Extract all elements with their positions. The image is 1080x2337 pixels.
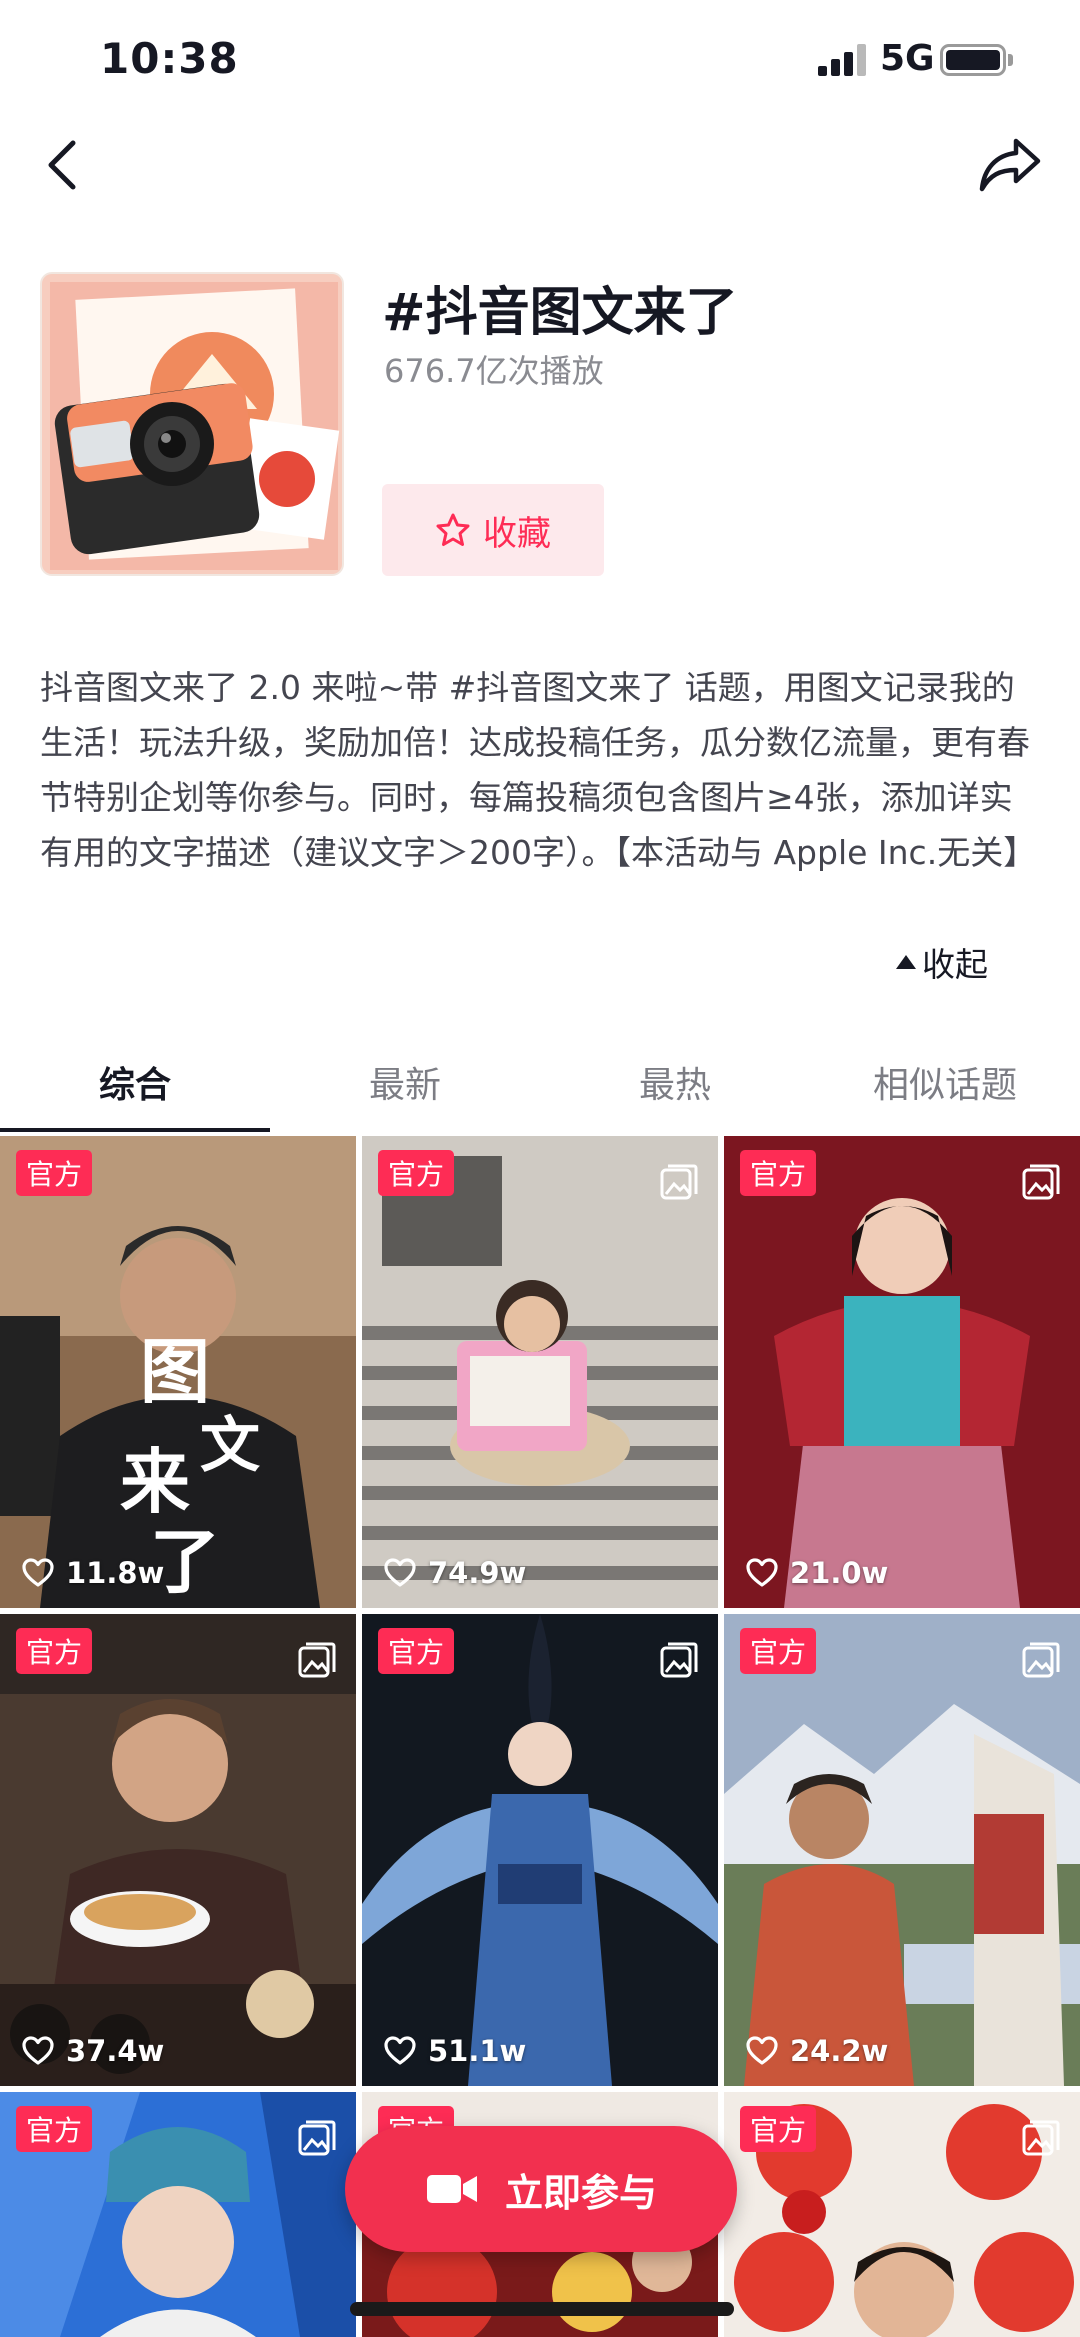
signal-icon [818,44,870,76]
status-bar: 10:38 5G [0,0,1080,120]
topic-cover-image [40,272,344,576]
share-icon [979,138,1041,192]
post-thumbnail [362,1136,718,1608]
post-thumbnail [362,1614,718,2086]
triangle-up-icon [896,955,916,969]
official-badge: 官方 [740,2106,817,2152]
like-count: 24.2w [746,2034,888,2068]
svg-text:文: 文 [200,1411,260,1481]
video-camera-icon [426,2175,477,2203]
like-count: 21.0w [746,1556,888,1590]
post-thumbnail [724,1614,1080,2086]
multi-image-icon [1022,1642,1060,1678]
multi-image-icon [298,1642,336,1678]
svg-text:图: 图 [140,1330,210,1413]
multi-image-icon [298,2120,336,2156]
collapse-button[interactable]: 收起 [896,938,988,986]
favorite-label: 收藏 [483,513,551,554]
official-badge: 官方 [378,1628,455,1674]
battery-cap [1008,54,1013,66]
heart-icon [746,1558,778,1587]
heart-icon [746,2036,778,2065]
favorite-button[interactable]: 收藏 [382,484,604,576]
tab-bar: 综合 最新 最热 相似话题 [0,1032,1080,1132]
official-badge: 官方 [378,1150,455,1196]
svg-text:来: 来 [120,1440,190,1523]
official-badge: 官方 [740,1628,817,1674]
like-count: 74.9w [384,1556,526,1590]
post-thumbnail [0,1614,356,2086]
post-card[interactable]: 官方 51.1w [362,1614,718,2086]
like-count: 51.1w [384,2034,526,2068]
post-thumbnail: 图 文 来 了 [0,1136,356,1608]
heart-icon [384,1558,416,1587]
post-card[interactable]: 图 文 来 了 官方 11.8w [0,1136,356,1608]
post-card[interactable]: 官方 24.2w [724,1614,1080,2086]
post-card[interactable]: 官方 37.4w [0,1614,356,2086]
official-badge: 官方 [16,1150,93,1196]
topic-description: 抖音图文来了 2.0 来啦~带 #抖音图文来了 话题，用图文记录我的生活！玩法升… [40,668,1037,872]
tab-latest[interactable]: 最新 [270,1032,540,1132]
like-count: 37.4w [22,2034,164,2068]
chevron-left-icon [48,140,76,190]
join-now-button[interactable]: 立即参与 [345,2126,737,2252]
play-count: 676.7亿次播放 [384,352,604,390]
post-card[interactable]: 官方 [724,2092,1080,2337]
multi-image-icon [660,1164,698,1200]
tab-overall[interactable]: 综合 [0,1032,270,1132]
join-now-label: 立即参与 [504,2170,657,2215]
multi-image-icon [1022,1164,1060,1200]
post-card[interactable]: 官方 74.9w [362,1136,718,1608]
status-time: 10:38 [100,34,239,83]
network-label: 5G [880,38,935,79]
official-badge: 官方 [16,2106,93,2152]
post-card[interactable]: 官方 21.0w [724,1136,1080,1608]
official-badge: 官方 [16,1628,93,1674]
multi-image-icon [660,1642,698,1678]
like-count: 11.8w [22,1556,164,1590]
star-icon [436,513,470,546]
battery-icon [940,44,1006,76]
post-thumbnail [724,1136,1080,1608]
heart-icon [22,1558,54,1587]
tab-similar-topics[interactable]: 相似话题 [810,1032,1080,1132]
back-button[interactable] [30,130,94,200]
collapse-label: 收起 [922,945,988,984]
post-card[interactable]: 官方 [0,2092,356,2337]
topic-title: #抖音图文来了 [382,283,738,343]
tab-hottest[interactable]: 最热 [540,1032,810,1132]
official-badge: 官方 [740,1150,817,1196]
heart-icon [384,2036,416,2065]
multi-image-icon [1022,2120,1060,2156]
share-button[interactable] [970,130,1050,200]
heart-icon [22,2036,54,2065]
home-indicator[interactable] [350,2302,734,2316]
